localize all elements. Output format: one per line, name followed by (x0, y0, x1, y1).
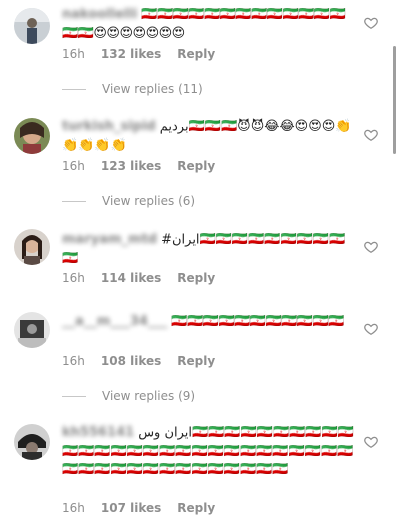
comment-time: 16h (62, 354, 85, 368)
divider-line (62, 200, 86, 202)
view-replies-label: View replies (9) (102, 389, 196, 403)
comment-meta: 16h 107 likes Reply (62, 501, 215, 515)
heart-icon[interactable] (364, 322, 378, 336)
comment-text-rtl: ایران وس (138, 425, 193, 441)
comment-username[interactable]: turkish_sipid (62, 118, 156, 136)
divider-line (62, 88, 86, 90)
comment-meta: 16h 123 likes Reply (62, 159, 215, 173)
comment-meta: 16h 132 likes Reply (62, 47, 215, 61)
reply-button[interactable]: Reply (177, 47, 215, 61)
comment-text-rtl: ایران# (161, 232, 200, 248)
comment-text: 🇮🇷🇮🇷🇮🇷🇮🇷🇮🇷🇮🇷🇮🇷🇮🇷🇮🇷🇮🇷🇮🇷 (171, 314, 344, 329)
scrollbar[interactable] (393, 46, 396, 154)
comment-time: 16h (62, 271, 85, 285)
view-replies-label: View replies (11) (102, 82, 203, 96)
comment-likes[interactable]: 114 likes (101, 271, 161, 285)
view-replies-label: View replies (6) (102, 194, 196, 208)
avatar[interactable] (14, 118, 50, 154)
heart-icon[interactable] (364, 128, 378, 142)
comment-time: 16h (62, 159, 85, 173)
comment-username[interactable]: nakoollelli (62, 6, 137, 24)
heart-icon[interactable] (364, 435, 378, 449)
heart-icon[interactable] (364, 240, 378, 254)
comment-time: 16h (62, 501, 85, 515)
comment-time: 16h (62, 47, 85, 61)
comment-text-rtl: بردیم (159, 119, 189, 135)
comment-body: turkish_sipid بردیم🇮🇷🇮🇷🇮🇷😈😈😂😂😍😍😍👏👏👏👏👏 (62, 118, 354, 155)
avatar[interactable] (14, 229, 50, 265)
avatar[interactable] (14, 8, 50, 44)
reply-button[interactable]: Reply (177, 354, 215, 368)
comment-body: nakoollelli 🇮🇷🇮🇷🇮🇷🇮🇷🇮🇷🇮🇷🇮🇷🇮🇷🇮🇷🇮🇷🇮🇷🇮🇷🇮🇷🇮🇷🇮… (62, 6, 354, 43)
divider-line (62, 395, 86, 397)
comment-meta: 16h 114 likes Reply (62, 271, 215, 285)
reply-button[interactable]: Reply (177, 501, 215, 515)
reply-button[interactable]: Reply (177, 271, 215, 285)
comment-likes[interactable]: 123 likes (101, 159, 161, 173)
comment-likes[interactable]: 107 likes (101, 501, 161, 515)
avatar[interactable] (14, 312, 50, 348)
comment-username[interactable]: kh556141 (62, 424, 134, 442)
avatar[interactable] (14, 424, 50, 460)
view-replies-button[interactable]: View replies (9) (62, 389, 195, 403)
comment-likes[interactable]: 132 likes (101, 47, 161, 61)
reply-button[interactable]: Reply (177, 159, 215, 173)
comment-meta: 16h 108 likes Reply (62, 354, 215, 368)
comment-username[interactable]: __a__m___34___ (62, 313, 167, 331)
comment-body: kh556141 ایران وس🇮🇷🇮🇷🇮🇷🇮🇷🇮🇷🇮🇷🇮🇷🇮🇷🇮🇷🇮🇷🇮🇷🇮🇷… (62, 424, 354, 480)
comment-likes[interactable]: 108 likes (101, 354, 161, 368)
comment-body: maryam_mtd ایران#🇮🇷🇮🇷🇮🇷🇮🇷🇮🇷🇮🇷🇮🇷🇮🇷🇮🇷🇮🇷 (62, 231, 354, 268)
comment-body: __a__m___34___ 🇮🇷🇮🇷🇮🇷🇮🇷🇮🇷🇮🇷🇮🇷🇮🇷🇮🇷🇮🇷🇮🇷 (62, 313, 354, 332)
heart-icon[interactable] (364, 16, 378, 30)
view-replies-button[interactable]: View replies (6) (62, 194, 195, 208)
view-replies-button[interactable]: View replies (11) (62, 82, 203, 96)
comment-username[interactable]: maryam_mtd (62, 231, 157, 249)
